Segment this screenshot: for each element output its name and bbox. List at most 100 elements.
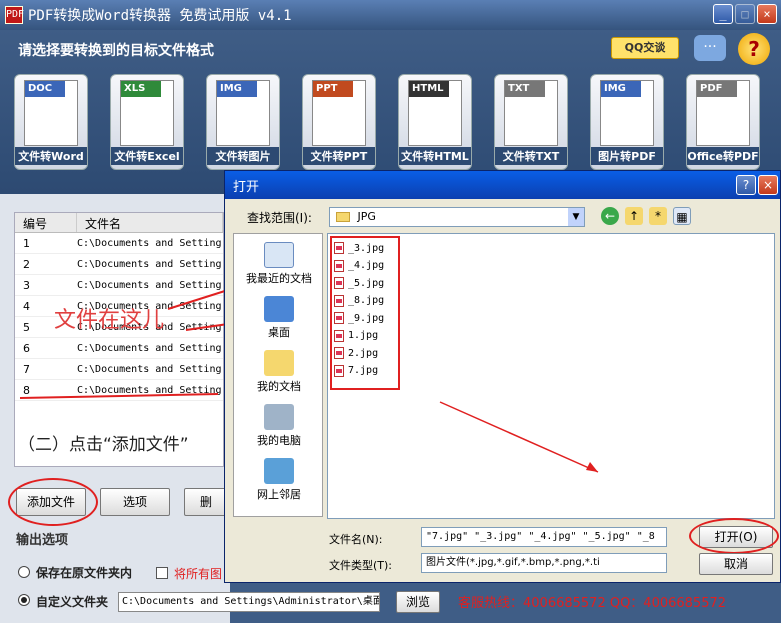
dialog-toolbar: ← ↑ * ▦ <box>601 207 691 225</box>
place-desktop-label: 桌面 <box>268 326 290 339</box>
save-original-label: 保存在原文件夹内 <box>36 566 133 580</box>
format-button-4[interactable]: HTML 文件转HTML <box>398 74 472 170</box>
custom-folder-label: 自定义文件夹 <box>36 595 109 609</box>
filename-label: 文件名(N): <box>329 533 383 546</box>
place-documents-label: 我的文档 <box>257 380 301 393</box>
format-tag: XLS <box>121 81 161 97</box>
format-tag: IMG <box>217 81 257 97</box>
filetype-label: 文件类型(T): <box>329 559 393 572</box>
place-network[interactable]: 网上邻居 <box>234 458 324 502</box>
view-menu-icon[interactable]: ▦ <box>673 207 691 225</box>
format-tag: HTML <box>409 81 449 97</box>
format-document-icon: PDF <box>696 80 750 146</box>
format-label: 文件转Excel <box>111 147 183 165</box>
places-bar: 我最近的文档 桌面 我的文档 我的电脑 网上邻居 <box>233 233 323 517</box>
format-button-0[interactable]: DOC 文件转Word <box>14 74 88 170</box>
format-button-2[interactable]: IMG 文件转图片 <box>206 74 280 170</box>
filename-input[interactable]: "7.jpg" "_3.jpg" "_4.jpg" "_5.jpg" "_8 <box>421 527 667 547</box>
format-button-5[interactable]: TXT 文件转TXT <box>494 74 568 170</box>
new-folder-icon[interactable]: * <box>649 207 667 225</box>
close-button[interactable]: × <box>757 4 777 24</box>
format-document-icon: IMG <box>216 80 270 146</box>
format-tag: IMG <box>601 81 641 97</box>
maximize-button[interactable]: □ <box>735 4 755 24</box>
dialog-controls: ? × <box>736 175 778 195</box>
place-documents[interactable]: 我的文档 <box>234 350 324 394</box>
hotline-text: 客服热线：4006685572 QQ：4006685572 <box>458 596 727 611</box>
recent-documents-icon <box>264 242 294 268</box>
look-in-label: 查找范围(I): <box>247 211 312 225</box>
format-document-icon: IMG <box>600 80 654 146</box>
look-in-value: JPG <box>357 210 376 223</box>
cancel-button[interactable]: 取消 <box>699 553 773 575</box>
dialog-title: 打开 <box>233 179 260 195</box>
browse-button[interactable]: 浏览 <box>396 591 440 613</box>
filetype-value: 图片文件(*.jpg,*.gif,*.bmp,*.png,*.ti <box>426 557 600 568</box>
format-label: 文件转HTML <box>399 147 471 165</box>
left-panel: 编号 文件名 1 C:\Documents and Setting 2 C:\Docu… <box>0 194 230 623</box>
look-in-row: 查找范围(I): <box>247 209 312 226</box>
my-computer-icon <box>264 404 294 430</box>
app-window: PDF PDF转换成Word转换器 免费试用版 v4.1 _ □ × 请选择要转… <box>0 0 781 623</box>
help-icon[interactable]: ? <box>738 33 770 65</box>
title-bar: PDF PDF转换成Word转换器 免费试用版 v4.1 _ □ × <box>0 0 781 30</box>
place-desktop[interactable]: 桌面 <box>234 296 324 340</box>
format-label: 文件转Word <box>15 147 87 165</box>
file-list: _3.jpg _4.jpg _5.jpg _8.jpg _9.jpg 1.jpg 2.jpg… <box>327 233 775 519</box>
format-tag: PDF <box>697 81 737 97</box>
window-controls: _ □ × <box>713 4 777 24</box>
annotation-arrow-list <box>439 401 599 473</box>
up-folder-icon[interactable]: ↑ <box>625 207 643 225</box>
format-buttons: DOC 文件转Word XLS 文件转Excel IMG 文件转图片 PPT 文件转PPT HT… <box>14 74 760 170</box>
save-original-radio[interactable] <box>18 566 30 578</box>
place-computer[interactable]: 我的电脑 <box>234 404 324 448</box>
format-button-3[interactable]: PPT 文件转PPT <box>302 74 376 170</box>
desktop-icon <box>264 296 294 322</box>
chevron-down-icon[interactable]: ▼ <box>568 208 584 226</box>
all-images-checkbox[interactable] <box>156 567 168 579</box>
format-label: 图片转PDF <box>591 147 663 165</box>
place-network-label: 网上邻居 <box>257 488 301 501</box>
format-button-6[interactable]: IMG 图片转PDF <box>590 74 664 170</box>
my-documents-icon <box>264 350 294 376</box>
minimize-button[interactable]: _ <box>713 4 733 24</box>
app-icon: PDF <box>5 6 24 24</box>
qq-chat-button[interactable]: QQ交谈 <box>611 37 679 59</box>
chat-bubble-icon[interactable]: ··· <box>694 35 726 61</box>
delete-button[interactable]: 删 <box>184 488 228 516</box>
place-recent[interactable]: 我最近的文档 <box>234 242 324 286</box>
filetype-select[interactable]: 图片文件(*.jpg,*.gif,*.bmp,*.png,*.ti <box>421 553 667 573</box>
dialog-help-button[interactable]: ? <box>736 175 756 195</box>
format-label: 文件转图片 <box>207 147 279 165</box>
format-label: 文件转PPT <box>303 147 375 165</box>
back-icon[interactable]: ← <box>601 207 619 225</box>
format-button-1[interactable]: XLS 文件转Excel <box>110 74 184 170</box>
look-in-combo[interactable]: JPG ▼ <box>329 207 585 227</box>
format-document-icon: HTML <box>408 80 462 146</box>
format-prompt: 请选择要转换到的目标文件格式 <box>18 43 214 59</box>
output-path-field[interactable]: C:\Documents and Settings\Administrator\… <box>118 592 380 612</box>
format-document-icon: PPT <box>312 80 366 146</box>
output-options-title: 输出选项 <box>16 533 69 548</box>
annotation-files-here: 文件在这儿 <box>54 308 165 333</box>
format-button-7[interactable]: PDF Office转PDF <box>686 74 760 170</box>
app-title: PDF转换成Word转换器 免费试用版 v4.1 <box>28 8 292 24</box>
custom-folder-radio[interactable] <box>18 594 30 606</box>
network-icon <box>264 458 294 484</box>
annotation-circle-open <box>689 518 779 554</box>
place-recent-label: 我最近的文档 <box>246 272 312 285</box>
format-label: Office转PDF <box>687 147 759 165</box>
annotation-step2: （二）点击“添加文件” <box>18 435 189 455</box>
all-images-label: 将所有图 <box>174 567 223 581</box>
place-computer-label: 我的电脑 <box>257 434 301 447</box>
format-document-icon: DOC <box>24 80 78 146</box>
format-tag: TXT <box>505 81 545 97</box>
format-tag: DOC <box>25 81 65 97</box>
format-tag: PPT <box>313 81 353 97</box>
annotation-circle-add <box>8 478 98 526</box>
dialog-close-button[interactable]: × <box>758 175 778 195</box>
format-document-icon: TXT <box>504 80 558 146</box>
open-file-dialog: 打开 ? × 查找范围(I): JPG ▼ ← ↑ * ▦ 我最近的文档 桌面 … <box>224 170 781 583</box>
options-button[interactable]: 选项 <box>100 488 170 516</box>
format-document-icon: XLS <box>120 80 174 146</box>
